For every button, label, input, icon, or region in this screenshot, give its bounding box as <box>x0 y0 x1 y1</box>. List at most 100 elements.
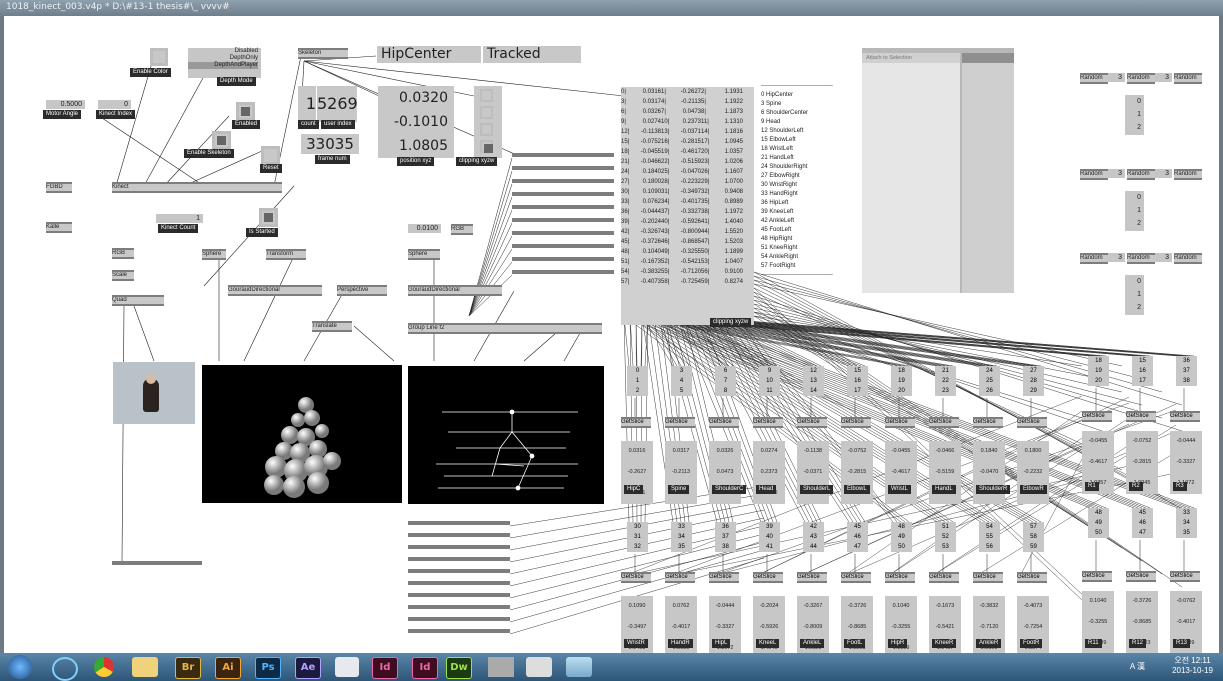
app-br-icon[interactable]: Br <box>175 657 201 679</box>
transform-node[interactable]: Transform <box>266 249 306 260</box>
getslice-node[interactable]: GetSlice <box>1082 571 1112 582</box>
enabled-toggle[interactable] <box>236 102 255 121</box>
group-line-node[interactable]: Group Line f2 <box>408 323 602 334</box>
rgb-node-3[interactable]: RGB <box>451 224 473 235</box>
app-id-icon[interactable]: Id <box>372 657 398 679</box>
group-node-bottom[interactable] <box>112 561 202 565</box>
kinect-index-input[interactable]: 0 <box>98 100 131 109</box>
inspector-right-pane[interactable] <box>962 63 1014 293</box>
patch-canvas[interactable]: Enable Color Disabled DepthOnly DepthAnd… <box>4 16 1219 653</box>
app-ps-icon[interactable]: Ps <box>255 657 281 679</box>
bottom-getslice-node[interactable] <box>408 581 510 585</box>
random-value[interactable]: 3 <box>1108 169 1125 178</box>
getslice-node[interactable]: GetSlice <box>1082 411 1112 422</box>
enable-skeleton-toggle[interactable] <box>212 131 231 150</box>
bottom-getslice-node[interactable] <box>408 605 510 609</box>
getslice-node[interactable]: GetSlice <box>1170 411 1200 422</box>
ie-icon[interactable] <box>52 657 78 681</box>
random-node[interactable]: Random <box>1127 169 1155 180</box>
getslice-node[interactable]: GetSlice <box>621 572 651 583</box>
getslice-node[interactable]: GetSlice <box>753 572 783 583</box>
app-dw-icon[interactable]: Dw <box>446 657 472 679</box>
chrome-icon[interactable] <box>94 657 114 677</box>
random-value[interactable]: 3 <box>1155 169 1172 178</box>
sphere-node[interactable]: Sphere <box>202 249 226 260</box>
bottom-getslice-node[interactable] <box>408 629 510 633</box>
bottom-getslice-node[interactable] <box>408 521 510 525</box>
depth-option-depthonly[interactable]: DepthOnly <box>188 55 258 62</box>
sphere-render-window[interactable] <box>202 365 402 503</box>
enable-color-toggle[interactable] <box>150 48 168 66</box>
sphere-node-2[interactable]: Sphere <box>408 249 440 260</box>
getslice-spread-node[interactable] <box>512 231 614 235</box>
translate-node[interactable]: Translate <box>312 321 352 332</box>
bottom-getslice-node[interactable] <box>408 569 510 573</box>
getslice-node[interactable]: GetSlice <box>1017 572 1047 583</box>
random-node[interactable]: Random <box>1127 253 1155 264</box>
getslice-node[interactable]: GetSlice <box>973 417 1003 428</box>
clip-x-toggle[interactable] <box>480 89 493 102</box>
depth-option-depthandplayer[interactable]: DepthAndPlayer <box>188 62 258 69</box>
getslice-node[interactable]: GetSlice <box>665 417 695 428</box>
getslice-node[interactable]: GetSlice <box>885 572 915 583</box>
is-started-toggle[interactable] <box>259 208 278 227</box>
app-ae-icon[interactable]: Ae <box>295 657 321 679</box>
getslice-node[interactable]: GetSlice <box>973 572 1003 583</box>
start-button[interactable] <box>8 655 32 679</box>
getslice-node[interactable]: GetSlice <box>885 417 915 428</box>
skeleton-node[interactable]: Skeleton <box>298 48 348 59</box>
app-viewer-icon[interactable] <box>335 657 359 677</box>
rgb-node-2[interactable]: RGB <box>112 248 134 259</box>
getslice-node[interactable]: GetSlice <box>709 572 739 583</box>
getslice-spread-node[interactable] <box>512 270 614 274</box>
random-value[interactable]: 3 <box>1108 73 1125 82</box>
random-node[interactable]: Random <box>1127 73 1155 84</box>
random-node[interactable]: Random <box>1080 253 1108 264</box>
quad-node[interactable]: Quad <box>112 295 164 306</box>
getslice-node[interactable]: GetSlice <box>797 572 827 583</box>
window-titlebar[interactable]: 1018_kinect_003.v4p * D:\#13-1 thesis#\_… <box>0 0 1223 16</box>
line-width-input[interactable]: 0.0100 <box>408 224 441 233</box>
getslice-node[interactable]: GetSlice <box>797 417 827 428</box>
clip-y-toggle[interactable] <box>480 106 493 119</box>
app-id-icon[interactable]: Id <box>412 657 438 679</box>
getslice-node[interactable]: GetSlice <box>665 572 695 583</box>
getslice-spread-node[interactable] <box>512 205 614 209</box>
getslice-node[interactable]: GetSlice <box>841 417 871 428</box>
getslice-spread-node[interactable] <box>512 244 614 248</box>
getslice-spread-node[interactable] <box>512 166 614 170</box>
getslice-node[interactable]: GetSlice <box>1170 571 1200 582</box>
kalle-node[interactable]: Kalle <box>46 222 72 233</box>
getslice-spread-node[interactable] <box>512 192 614 196</box>
rgb-node[interactable]: FGBD <box>46 182 72 193</box>
inspector-panel[interactable]: Attach to Selection <box>862 48 1014 293</box>
random-value[interactable]: 3 <box>1155 73 1172 82</box>
getslice-node[interactable]: GetSlice <box>709 417 739 428</box>
getslice-node[interactable]: GetSlice <box>621 417 651 428</box>
inspector-left-pane[interactable] <box>862 63 960 293</box>
scale-node[interactable]: Scale <box>112 270 134 281</box>
attach-to-selection-field[interactable]: Attach to Selection <box>862 53 960 63</box>
bottom-getslice-node[interactable] <box>408 593 510 597</box>
getslice-spread-node[interactable] <box>512 257 614 261</box>
reset-bang[interactable] <box>261 146 280 165</box>
getslice-node[interactable]: GetSlice <box>1017 417 1047 428</box>
random-node[interactable]: Random <box>1174 253 1202 264</box>
getslice-spread-node[interactable] <box>512 179 614 183</box>
bottom-getslice-node[interactable] <box>408 533 510 537</box>
random-node[interactable]: Random <box>1174 73 1202 84</box>
motor-angle-input[interactable]: 0.5000 <box>46 100 85 109</box>
app-ai-icon[interactable]: Ai <box>215 657 241 679</box>
folder-icon[interactable] <box>132 657 158 677</box>
clock[interactable]: 오전 12:11 2013-10-19 <box>1172 656 1213 676</box>
getslice-spread-node[interactable] <box>512 153 614 157</box>
getslice-node[interactable]: GetSlice <box>1126 571 1156 582</box>
app-icon[interactable] <box>526 657 552 677</box>
clip-w-toggle[interactable] <box>480 140 493 153</box>
tray-ime[interactable]: A 漢 <box>1130 661 1145 672</box>
bottom-getslice-node[interactable] <box>408 545 510 549</box>
kinect-node[interactable]: Kinect <box>112 182 282 193</box>
random-value[interactable]: 3 <box>1108 253 1125 262</box>
depth-mode-enum[interactable]: Disabled DepthOnly DepthAndPlayer <box>188 48 261 78</box>
gouraud-directional-node-2[interactable]: GouraudDirectional <box>408 285 502 296</box>
